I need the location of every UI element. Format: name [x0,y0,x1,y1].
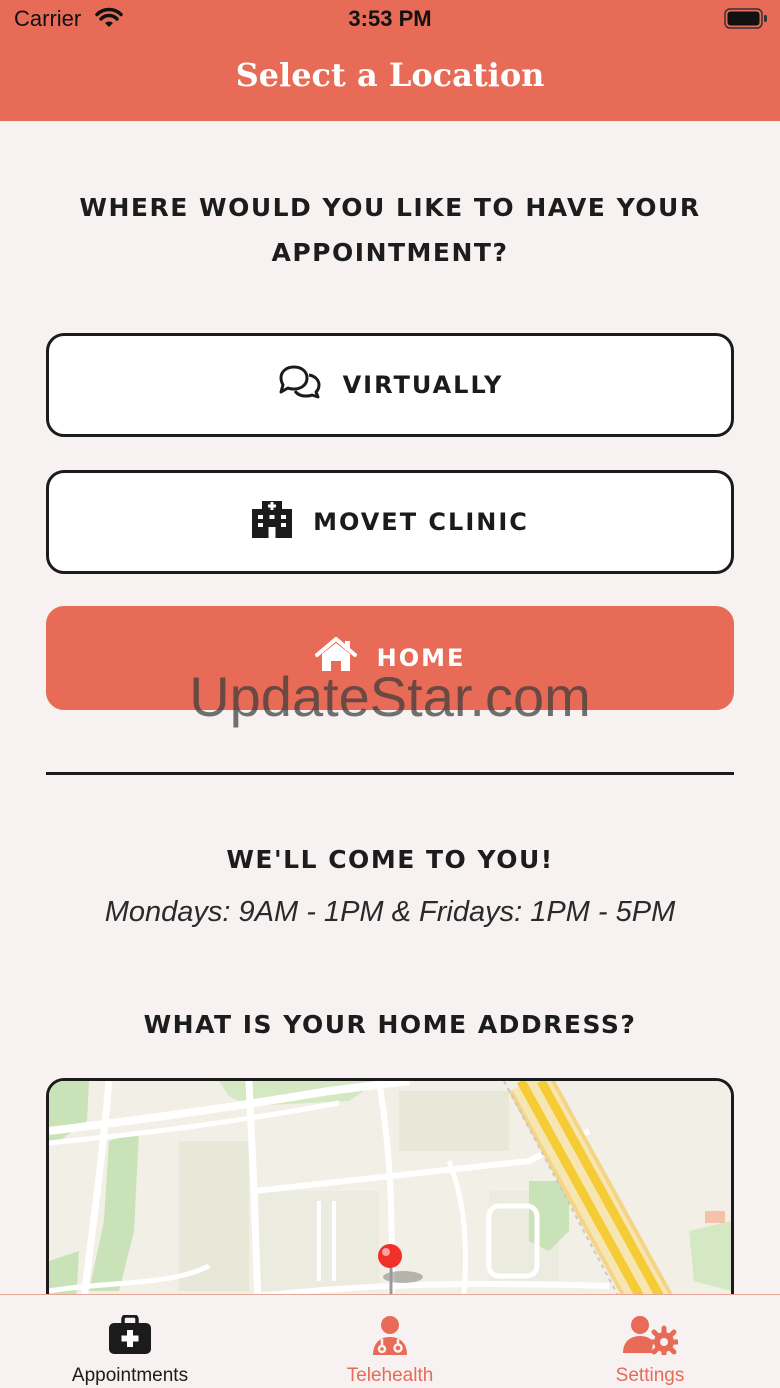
user-settings-icon [520,1315,780,1359]
header: Carrier 3:53 PM Select a Location [0,0,780,121]
doctor-icon [260,1315,520,1359]
tab-appointments[interactable]: Appointments [0,1295,260,1388]
status-bar: Carrier 3:53 PM [0,0,780,40]
tab-appointments-label: Appointments [71,1365,189,1386]
tab-settings-label: Settings [615,1365,685,1386]
battery-icon [724,8,767,29]
tab-telehealth[interactable]: Telehealth [260,1295,520,1388]
chat-bubbles-icon [277,364,323,406]
page-title: Select a Location [235,56,545,94]
status-time: 3:53 PM [348,6,432,31]
tab-settings[interactable]: Settings [520,1295,780,1388]
come-to-you-title: WE'LL COME TO YOU! [226,845,554,874]
movet-clinic-label: MOVET CLINIC [313,508,529,536]
home-visit-hours: Mondays: 9AM - 1PM & Fridays: 1PM - 5PM [104,896,676,928]
medical-kit-icon [0,1314,260,1359]
virtually-label: VIRTUALLY [342,371,504,399]
divider [46,772,734,775]
movet-clinic-button[interactable]: MOVET CLINIC [46,470,734,574]
watermark: UpdateStar.com [189,665,591,728]
hospital-icon [251,499,293,545]
virtually-button[interactable]: VIRTUALLY [46,333,734,437]
location-pin-icon[interactable] [376,1242,404,1274]
tab-bar: Appointments Telehealth Settings [0,1294,780,1388]
tab-telehealth-label: Telehealth [346,1365,434,1386]
location-question: WHERE WOULD YOU LIKE TO HAVE YOUR APPOIN… [79,193,701,267]
address-prompt: WHAT IS YOUR HOME ADDRESS? [143,1010,637,1039]
